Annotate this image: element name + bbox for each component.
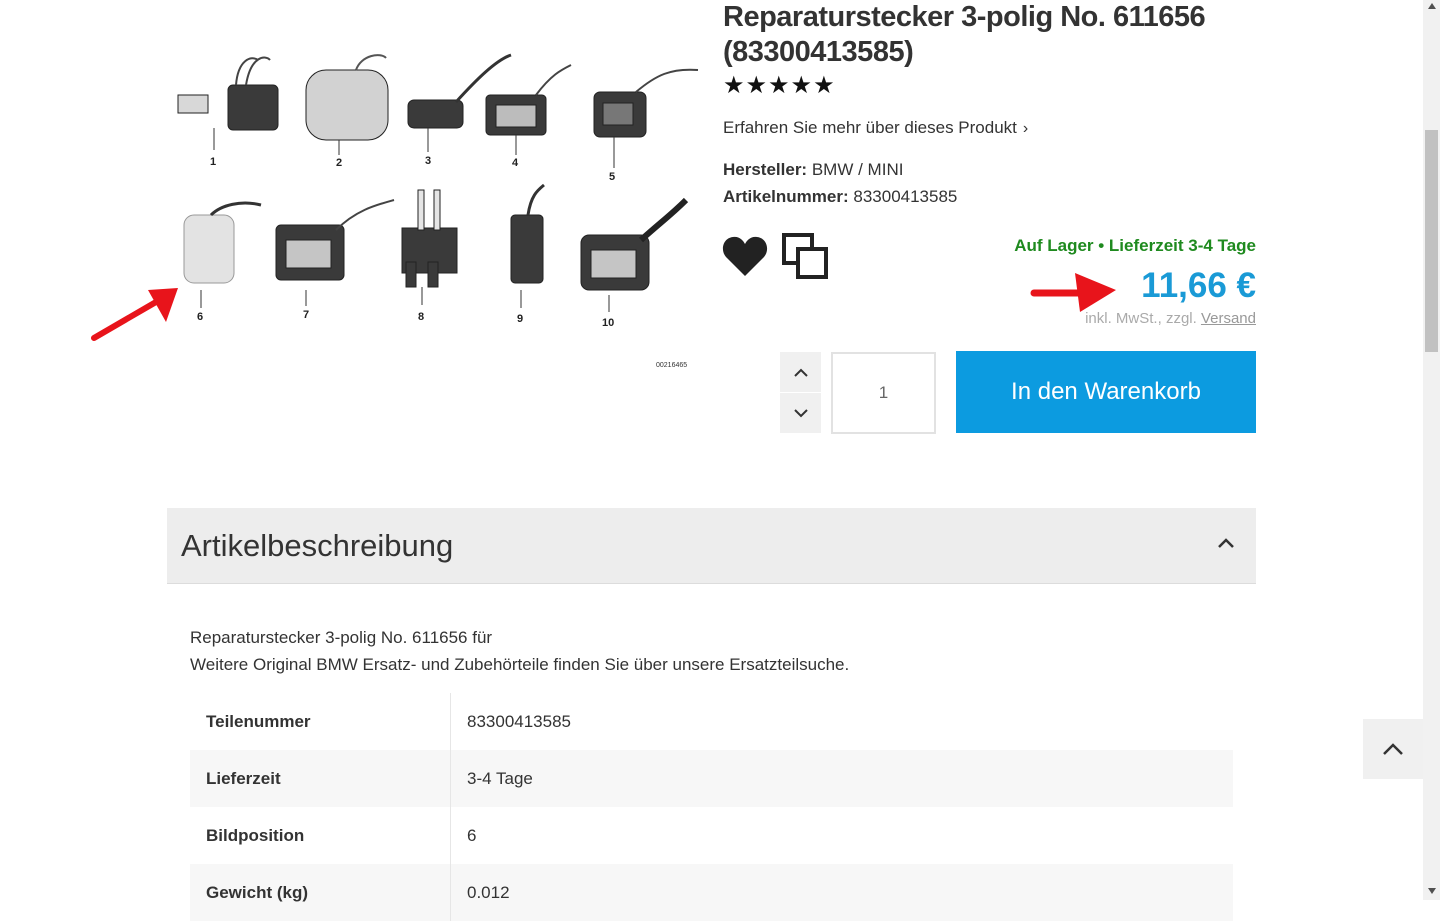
shipping-link[interactable]: Versand [1201,310,1256,327]
connector-8-drawing [401,189,458,305]
spec-key: Lieferzeit [190,750,451,807]
arrow-annotation-icon [1030,273,1116,312]
table-row: Bildposition 6 [190,807,1233,864]
product-image[interactable]: 1 2 3 4 5 6 7 8 9 10 00216465 [166,0,706,380]
spec-value: 3-4 Tage [450,750,1233,807]
connector-2-drawing [305,54,389,155]
spec-value: 6 [467,825,477,845]
scroll-up-icon[interactable] [1427,2,1437,10]
quantity-decrease-button[interactable] [780,393,821,433]
article-number-label: Artikelnummer: [723,187,849,206]
part-number-1: 1 [210,156,216,168]
connector-5-drawing [593,68,699,168]
table-row: Gewicht (kg) 0.012 [190,864,1233,921]
description-line-2: Weitere Original BMW Ersatz- und Zubehör… [190,655,850,674]
chevron-up-icon [793,368,808,377]
manufacturer-value: BMW / MINI [811,160,904,179]
compare-icon[interactable] [782,233,828,279]
article-number-value: 83300413585 [853,187,958,206]
image-code: 00216465 [656,362,687,369]
description-line-1: Reparaturstecker 3-polig No. 611656 für [190,628,493,647]
chevron-up-icon [1383,743,1403,755]
stock-status: Auf Lager • Lieferzeit 3-4 Tage [1014,236,1256,255]
part-number-5: 5 [609,171,615,183]
manufacturer-label: Hersteller: [723,160,808,179]
connector-4-drawing [485,64,572,155]
learn-more-link[interactable]: Erfahren Sie mehr über dieses Produkt › [723,118,1028,138]
quantity-increase-button[interactable] [780,352,821,392]
back-to-top-button[interactable] [1363,719,1423,779]
table-row: Lieferzeit 3-4 Tage [190,750,1233,807]
vat-note: inkl. MwSt., zzgl. Versand [1085,310,1256,327]
part-number-2: 2 [336,157,342,169]
table-row: Teilenummer 83300413585 [190,693,1233,750]
arrow-annotation-icon [91,288,178,341]
description-heading: Artikelbeschreibung [181,528,454,563]
connector-10-drawing [580,197,689,312]
spec-value: 83300413585 [467,711,572,731]
description-accordion-header[interactable]: Artikelbeschreibung [167,508,1256,584]
spec-key: Bildposition [190,807,451,864]
part-number-10: 10 [602,317,614,329]
part-number-9: 9 [517,313,523,325]
part-number-3: 3 [425,155,431,167]
connector-6-drawing [183,201,262,308]
chevron-down-icon [793,408,808,417]
scrollbar-thumb[interactable] [1425,130,1438,352]
connector-7-drawing [275,199,395,306]
chevron-up-icon [1218,538,1234,548]
product-title: Reparaturstecker 3-polig No. 611656 (833… [723,1,1206,68]
price: 11,66 € [1141,266,1256,305]
connector-1-drawing [177,56,279,150]
scroll-down-icon[interactable] [1427,887,1437,895]
part-number-7: 7 [303,309,309,321]
quantity-input[interactable] [831,352,936,434]
part-number-6: 6 [197,311,203,323]
spec-value: 0.012 [450,864,1233,921]
add-to-cart-button[interactable]: In den Warenkorb [956,351,1256,433]
chevron-right-icon: › [1022,120,1029,137]
manufacturer-line: Hersteller: BMW / MINI [723,160,903,180]
spec-table: Teilenummer 83300413585 Lieferzeit 3-4 T… [190,693,1233,921]
spec-key: Teilenummer [190,693,451,750]
article-number-line: Artikelnummer: 83300413585 [723,187,957,207]
rating-stars: ★★★★★ [723,72,836,99]
vat-text: inkl. MwSt., zzgl. [1085,310,1197,327]
connector-9-drawing [510,183,545,308]
description-text: Reparaturstecker 3-polig No. 611656 für … [190,624,849,678]
part-number-4: 4 [512,157,519,169]
part-number-8: 8 [418,311,424,323]
spec-key: Gewicht (kg) [190,864,451,921]
heart-icon[interactable] [722,235,768,277]
learn-more-label: Erfahren Sie mehr über dieses Produkt [723,118,1017,137]
